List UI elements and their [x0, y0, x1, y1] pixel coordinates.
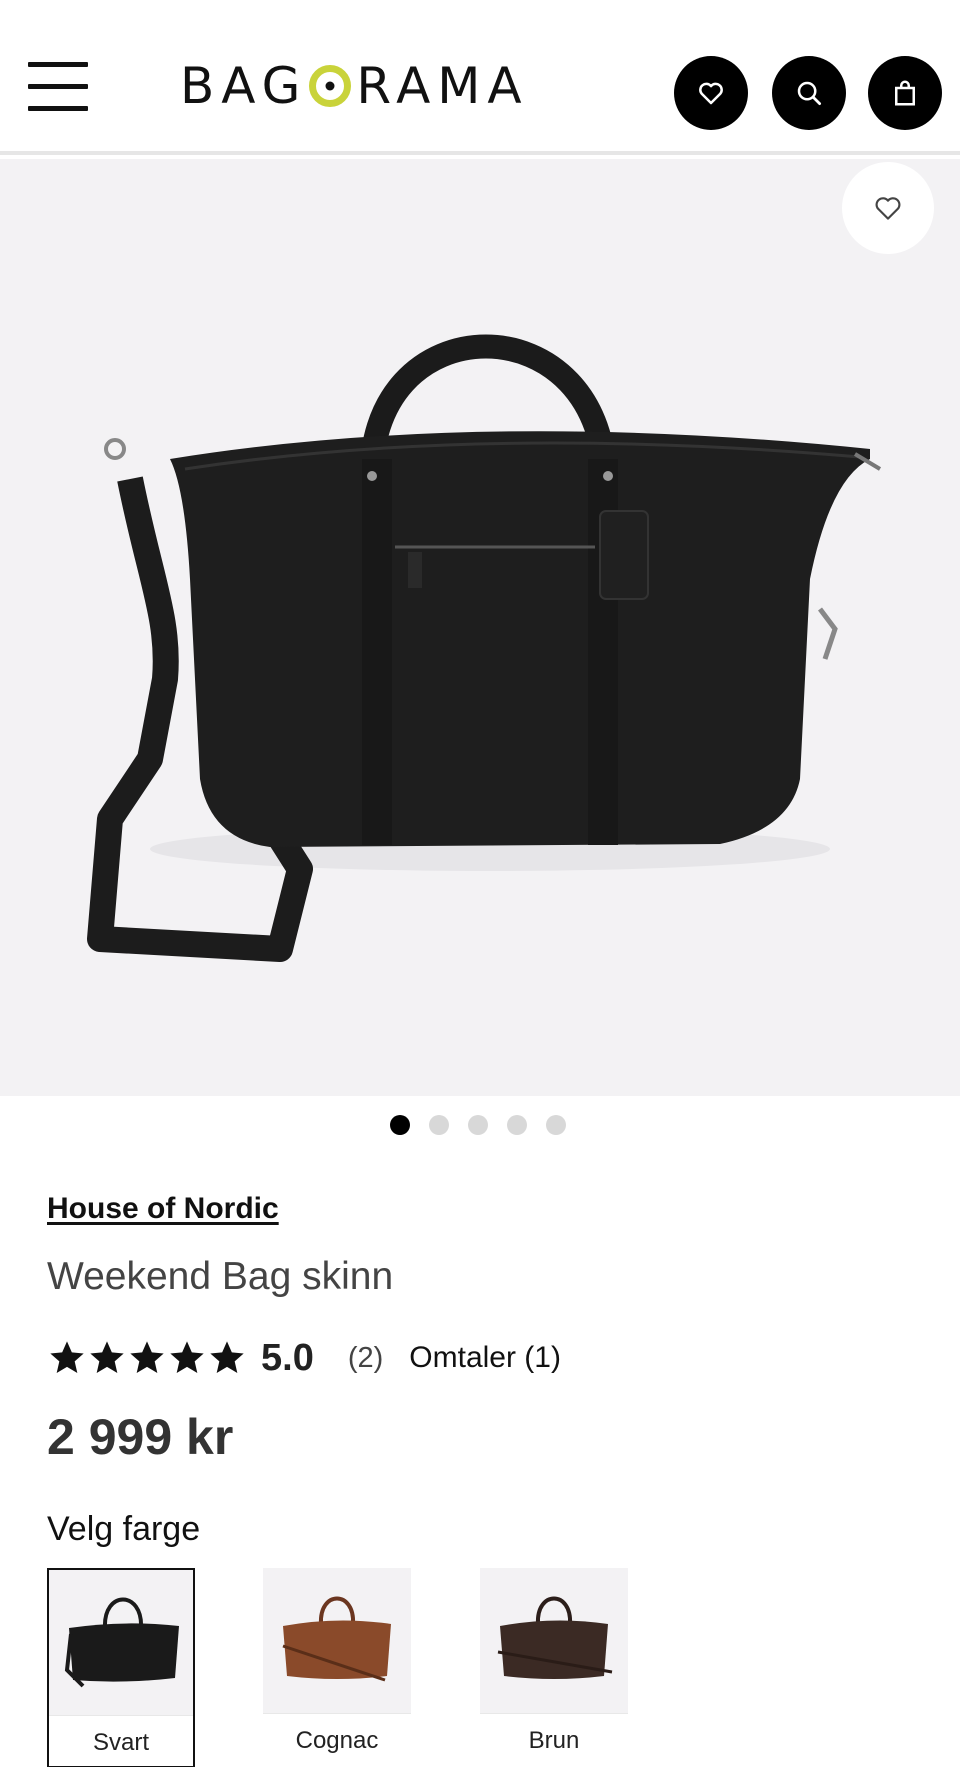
heart-outline-icon [875, 197, 901, 220]
heart-icon [699, 82, 723, 105]
star-icon [130, 1341, 164, 1373]
rating-stars [47, 1338, 247, 1378]
color-option-cognac[interactable]: Cognac [263, 1568, 411, 1767]
gallery-dot-2[interactable] [429, 1115, 449, 1135]
star-icon [50, 1341, 84, 1373]
bag-icon [895, 80, 915, 106]
gallery-dot-3[interactable] [468, 1115, 488, 1135]
color-option-label: Cognac [263, 1713, 411, 1767]
search-button[interactable] [772, 56, 846, 130]
rating-count: (2) [347, 1341, 384, 1374]
site-header: BAG RAMA [0, 0, 960, 155]
color-option-label: Svart [49, 1715, 193, 1766]
product-rating: 5.0 (2) Omtaler (1) [47, 1332, 561, 1384]
wishlist-button[interactable] [674, 56, 748, 130]
color-option-label: Brun [480, 1713, 628, 1767]
logo-o-mark [309, 65, 352, 107]
search-icon [797, 81, 821, 105]
logo-text-left: BAG [180, 57, 308, 115]
gallery-dot-4[interactable] [507, 1115, 527, 1135]
product-image [87, 334, 882, 962]
star-icon [170, 1341, 204, 1373]
gallery-dot-1[interactable] [390, 1115, 410, 1135]
reviews-link[interactable]: Omtaler (1) [409, 1341, 561, 1375]
swatch-image-cognac [282, 1596, 391, 1682]
product-brand-link[interactable]: House of Nordic [47, 1192, 279, 1226]
cart-button[interactable] [868, 56, 942, 130]
color-option-brun[interactable]: Brun [480, 1568, 628, 1767]
swatch-image-svart [64, 1597, 179, 1688]
gallery-pagination [390, 1115, 566, 1135]
add-to-wishlist-button[interactable] [842, 162, 934, 254]
gallery-dot-5[interactable] [546, 1115, 566, 1135]
rating-value: 5.0 [261, 1336, 314, 1379]
swatch-image-brun [497, 1596, 613, 1679]
color-select-label: Velg farge [47, 1510, 201, 1548]
star-icon [90, 1341, 124, 1373]
product-image-gallery[interactable] [0, 159, 960, 1096]
star-icon [210, 1341, 244, 1373]
brand-logo[interactable]: BAG RAMA [180, 57, 529, 115]
product-title: Weekend Bag skinn [47, 1255, 394, 1298]
menu-icon[interactable] [28, 62, 90, 112]
logo-text-right: RAMA [356, 57, 529, 115]
color-option-svart[interactable]: Svart [47, 1568, 195, 1767]
product-price: 2 999 kr [47, 1409, 234, 1465]
